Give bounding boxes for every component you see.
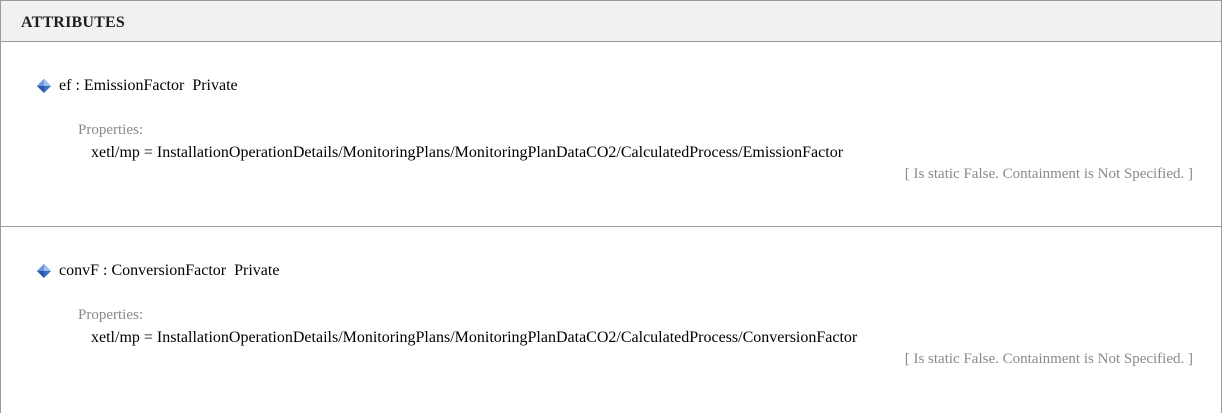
blue-diamond-icon	[37, 264, 51, 278]
attribute-meta: [ Is static False. Containment is Not Sp…	[904, 166, 1193, 182]
attribute-visibility: Private	[192, 77, 238, 94]
attribute-separator: :	[71, 77, 84, 94]
attribute-name: ef	[59, 77, 72, 94]
attributes-panel: ATTRIBUTES ef : EmissionFactor Private P…	[0, 0, 1222, 413]
attribute-signature: convF : ConversionFactor Private	[36, 262, 279, 280]
attribute-row-ef: ef : EmissionFactor Private Properties: …	[1, 42, 1221, 227]
attribute-visibility: Private	[234, 262, 280, 279]
property-value: xetl/mp = InstallationOperationDetails/M…	[91, 329, 858, 346]
property-value: xetl/mp = InstallationOperationDetails/M…	[91, 144, 844, 161]
attribute-name: convF	[59, 262, 99, 279]
section-header: ATTRIBUTES	[1, 0, 1221, 42]
attribute-type: EmissionFactor	[83, 77, 185, 94]
properties-label: Properties:	[78, 307, 143, 323]
attribute-separator: :	[99, 262, 112, 279]
properties-label: Properties:	[78, 122, 143, 138]
attribute-signature: ef : EmissionFactor Private	[36, 77, 238, 95]
attribute-row-convF: convF : ConversionFactor Private Propert…	[1, 227, 1221, 413]
blue-diamond-icon	[37, 79, 51, 93]
attribute-type: ConversionFactor	[111, 262, 227, 279]
attribute-meta: [ Is static False. Containment is Not Sp…	[904, 351, 1193, 367]
